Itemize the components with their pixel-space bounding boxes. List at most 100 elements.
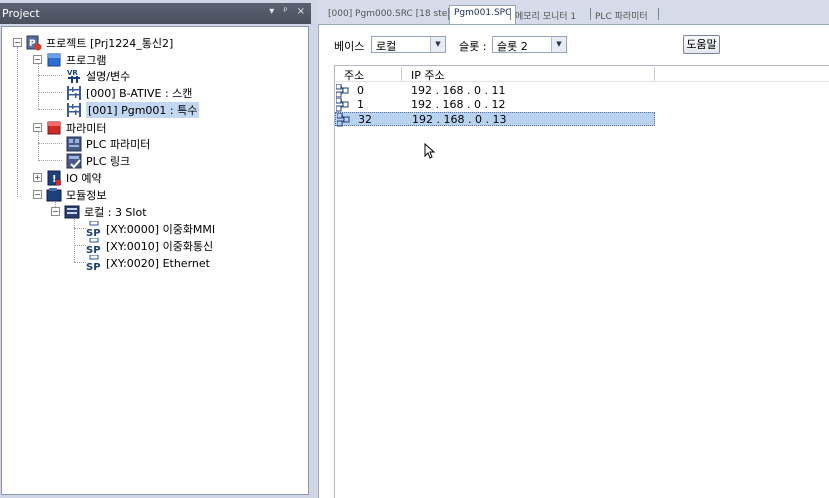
- chevron-down-icon[interactable]: ▼: [430, 37, 445, 52]
- collapse-toggle[interactable]: −: [33, 55, 42, 64]
- tree-line: [74, 262, 86, 263]
- tree-line: [38, 143, 62, 144]
- slot-select[interactable]: 슬롯 2 ▼: [492, 36, 567, 53]
- panel-title: Project: [2, 7, 40, 20]
- project-panel-header: Project ▾ ᵖ ×: [0, 3, 311, 24]
- plc-link-icon: [66, 153, 82, 169]
- tab-plc-parameter[interactable]: PLC 파라미터: [591, 7, 652, 23]
- slot-select-value: 슬롯 2: [497, 40, 528, 53]
- tree-item-slot-0010[interactable]: SP [XY:0010] 이중화통신: [86, 238, 213, 254]
- close-icon[interactable]: ×: [297, 6, 305, 17]
- base-label: 베이스: [334, 40, 365, 53]
- tree-line: [17, 47, 18, 197]
- collapse-toggle[interactable]: −: [51, 207, 60, 216]
- tree-line: [38, 131, 39, 159]
- module-icon: [46, 187, 62, 203]
- pin-icon[interactable]: ᵖ: [283, 6, 287, 17]
- list-row[interactable]: 0 192 . 168 . 0 . 11: [335, 83, 655, 98]
- project-panel: Project ▾ ᵖ × − P 프로젝트 [Prj1224_통신2] − 프…: [0, 0, 317, 498]
- sp-module-icon: SP: [86, 255, 102, 271]
- sp-module-icon: SP: [86, 221, 102, 237]
- io-icon: !: [46, 170, 62, 186]
- tree-label: 프로그램: [66, 54, 107, 67]
- program-folder-icon: [46, 52, 62, 68]
- svg-text:VR: VR: [67, 69, 78, 77]
- tree-item-program-001[interactable]: [001] Pgm001 : 특수: [66, 102, 200, 118]
- expand-toggle[interactable]: +: [33, 173, 42, 182]
- row-address: 0: [357, 84, 364, 97]
- list-row[interactable]: 1 192 . 168 . 0 . 12: [335, 97, 655, 112]
- column-divider[interactable]: [401, 67, 402, 81]
- ladder-icon: [66, 85, 82, 101]
- row-ip: 192 . 168 . 0 . 12: [411, 98, 506, 111]
- tree-item-variables[interactable]: VR 설명/변수: [66, 68, 130, 84]
- tree-line: [38, 109, 62, 110]
- row-ip: 192 . 168 . 0 . 11: [411, 84, 506, 97]
- tree-label: 모듈정보: [66, 189, 107, 202]
- column-divider[interactable]: [654, 67, 655, 81]
- app-window: Project ▾ ᵖ × − P 프로젝트 [Prj1224_통신2] − 프…: [0, 0, 829, 498]
- chevron-down-icon[interactable]: ▼: [551, 37, 566, 52]
- project-tree: − P 프로젝트 [Prj1224_통신2] − 프로그램 VR 설명/변수 […: [1, 26, 309, 495]
- tree-line: [38, 63, 39, 109]
- svg-text:!: !: [52, 174, 57, 185]
- tree-label: PLC 파라미터: [86, 138, 151, 151]
- plc-parameter-icon: [66, 136, 82, 152]
- address-list: 주소 IP 주소 0 192 . 168 . 0 . 11 1 192 . 16…: [334, 65, 829, 498]
- network-node-icon: [336, 112, 351, 127]
- tree-label: 파라미터: [66, 122, 107, 135]
- tree-item-slot-0020[interactable]: SP [XY:0020] Ethernet: [86, 255, 210, 271]
- tree-label: [001] Pgm001 : 특수: [86, 102, 200, 118]
- tree-label: [XY:0010] 이중화통신: [106, 240, 214, 253]
- tree-item-io[interactable]: ! IO 예약: [46, 170, 102, 186]
- column-header-ip[interactable]: IP 주소: [411, 67, 445, 83]
- tree-item-parameter[interactable]: 파라미터: [46, 120, 106, 136]
- tree-label: [000] B-ATIVE : 스캔: [86, 87, 193, 100]
- tree-line: [74, 217, 75, 262]
- document-area: 베이스 로컬 ▼ 슬롯 : 슬롯 2 ▼ 도움말 주소 IP 주소 0 192 …: [318, 24, 829, 498]
- tree-item-slot-0000[interactable]: SP [XY:0000] 이중화MMI: [86, 221, 215, 237]
- tree-label: 프로젝트 [Prj1224_통신2]: [46, 37, 174, 50]
- mouse-pointer-icon: [424, 142, 436, 162]
- row-address: 1: [357, 98, 364, 111]
- tree-item-plc-link[interactable]: PLC 링크: [66, 153, 130, 169]
- sp-module-icon: SP: [86, 238, 102, 254]
- list-row-selected[interactable]: 32 192 . 168 . 0 . 13: [335, 112, 655, 127]
- column-header-address[interactable]: 주소: [344, 67, 364, 83]
- network-node-icon: [335, 83, 350, 98]
- list-header: 주소 IP 주소: [335, 66, 829, 82]
- tree-line: [74, 245, 86, 246]
- tree-label: 설명/변수: [86, 70, 131, 83]
- tree-item-plc-parameter[interactable]: PLC 파라미터: [66, 136, 150, 152]
- tree-line: [38, 160, 62, 161]
- ladder-icon: [66, 102, 82, 118]
- svg-text:SP: SP: [86, 245, 101, 254]
- collapse-toggle[interactable]: −: [33, 123, 42, 132]
- tab-memory-monitor[interactable]: 메모리 모니터 1: [511, 7, 580, 23]
- tree-item-project[interactable]: P 프로젝트 [Prj1224_통신2]: [26, 35, 173, 51]
- network-node-icon: [335, 97, 350, 112]
- tree-item-module[interactable]: 모듈정보: [46, 187, 106, 203]
- parameter-folder-icon: [46, 120, 62, 136]
- collapse-toggle[interactable]: −: [13, 38, 22, 47]
- tab-pgm001[interactable]: Pgm001.SPC: [449, 5, 517, 24]
- tree-item-program-000[interactable]: [000] B-ATIVE : 스캔: [66, 85, 192, 101]
- base-select-value: 로컬: [376, 40, 397, 53]
- row-ip: 192 . 168 . 0 . 13: [412, 113, 507, 126]
- svg-text:SP: SP: [86, 262, 101, 271]
- panel-buttons: ▾ ᵖ ×: [269, 6, 305, 17]
- tree-item-program[interactable]: 프로그램: [46, 52, 106, 68]
- tree-item-local[interactable]: 로컬 : 3 Slot: [64, 204, 147, 220]
- toolbar: 베이스 로컬 ▼ 슬롯 : 슬롯 2 ▼ 도움말: [319, 34, 829, 56]
- base-select[interactable]: 로컬 ▼: [371, 36, 446, 53]
- project-icon: P: [26, 35, 42, 51]
- row-address: 32: [358, 113, 372, 126]
- dropdown-icon[interactable]: ▾: [269, 6, 274, 17]
- tree-label: IO 예약: [66, 172, 102, 185]
- tab-pgm000[interactable]: [000] Pgm000.SRC [18 step]: [324, 7, 460, 23]
- rack-icon: [64, 204, 80, 220]
- slot-label: 슬롯 :: [459, 40, 487, 53]
- help-button[interactable]: 도움말: [683, 35, 720, 54]
- collapse-toggle[interactable]: −: [33, 190, 42, 199]
- tree-line: [38, 75, 62, 76]
